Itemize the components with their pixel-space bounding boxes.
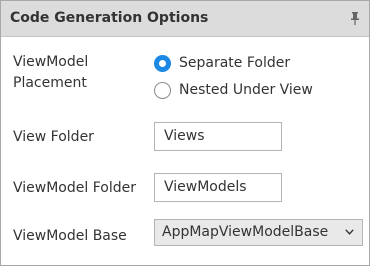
panel-title: Code Generation Options — [10, 10, 209, 26]
code-generation-options-panel: Code Generation Options ViewModel Placem… — [0, 0, 370, 266]
radio-nested-under-view[interactable]: Nested Under View — [154, 80, 313, 100]
radio-unchecked-icon[interactable] — [154, 81, 171, 99]
viewmodel-folder-input[interactable]: ViewModels — [154, 173, 282, 202]
radio-nested-under-view-label: Nested Under View — [179, 82, 313, 98]
viewmodel-base-selected-value: AppMapViewModelBase — [162, 224, 329, 240]
panel-header: Code Generation Options — [1, 1, 369, 37]
view-folder-label: View Folder — [13, 129, 94, 145]
chevron-down-icon — [345, 229, 354, 235]
viewmodel-folder-label: ViewModel Folder — [13, 180, 136, 196]
viewmodel-placement-label-line2: Placement — [13, 75, 87, 91]
viewmodel-placement-label-line1: ViewModel — [13, 54, 89, 70]
viewmodel-base-label: ViewModel Base — [13, 228, 127, 244]
viewmodel-base-dropdown[interactable]: AppMapViewModelBase — [154, 219, 363, 246]
radio-separate-folder-label: Separate Folder — [179, 55, 291, 71]
view-folder-input[interactable]: Views — [154, 122, 282, 151]
radio-checked-icon[interactable] — [154, 54, 171, 72]
pin-icon[interactable] — [350, 12, 360, 25]
radio-separate-folder[interactable]: Separate Folder — [154, 53, 290, 73]
